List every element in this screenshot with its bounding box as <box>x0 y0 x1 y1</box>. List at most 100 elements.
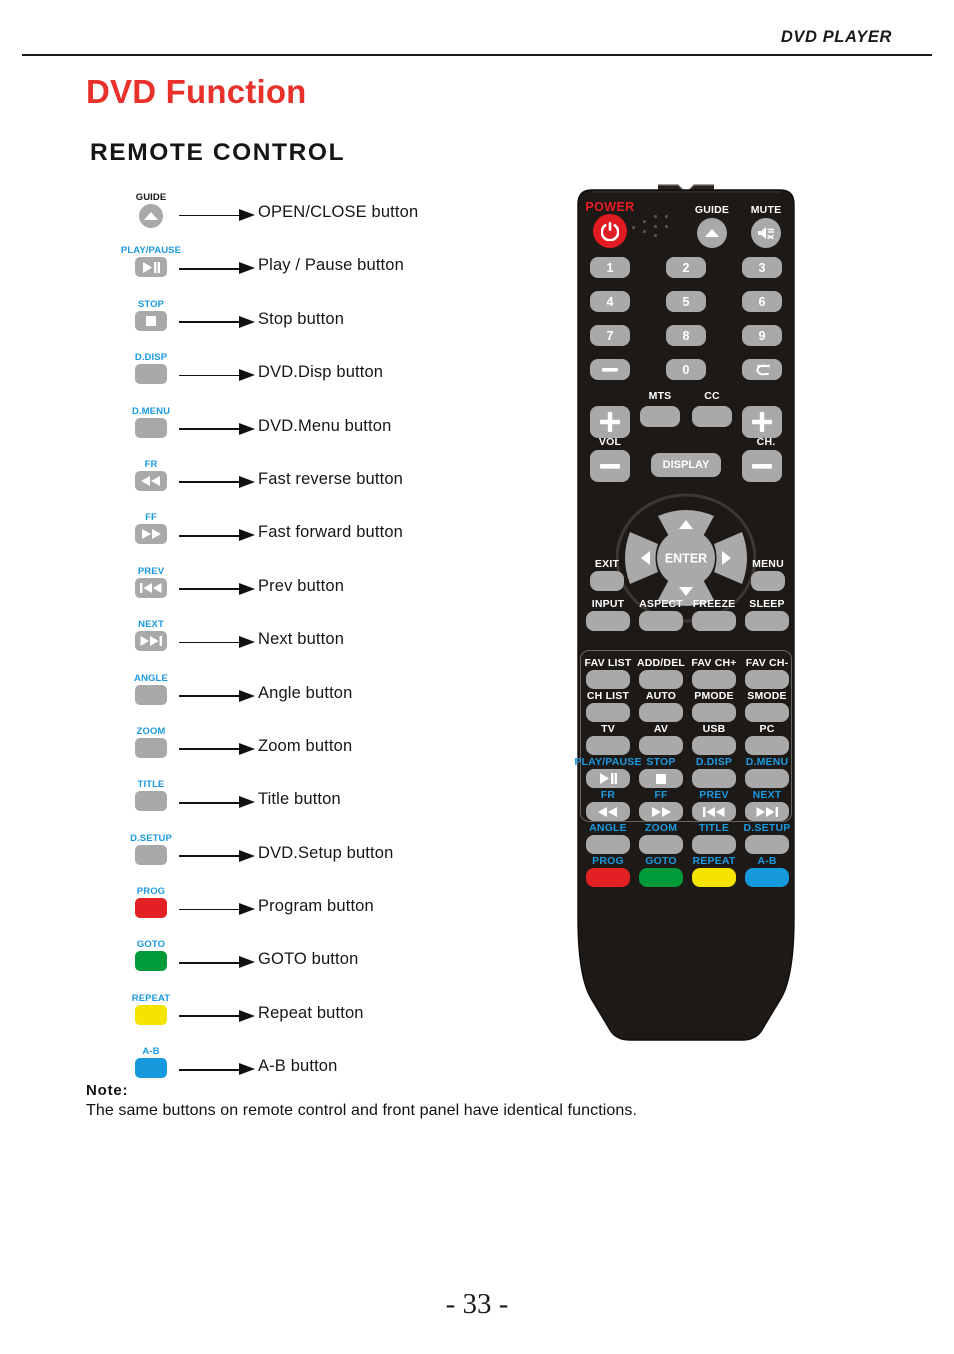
legend-row: STOP Stop button <box>86 299 526 352</box>
legend-row: REPEAT Repeat button <box>86 993 526 1046</box>
ff-button[interactable] <box>639 802 683 821</box>
zoom-button[interactable] <box>639 835 683 854</box>
prev-track-icon <box>140 582 162 593</box>
note-block: Note: The same buttons on remote control… <box>86 1082 637 1120</box>
digit-0[interactable]: 0 <box>666 359 706 380</box>
repeat-button[interactable] <box>692 868 736 887</box>
ab-button[interactable] <box>745 868 789 887</box>
legend-key-label: ANGLE <box>134 672 168 684</box>
usb-button[interactable] <box>692 736 736 755</box>
page-header: DVD PLAYER <box>0 28 954 62</box>
legend-key-label: STOP <box>137 298 165 310</box>
vol-down-button[interactable] <box>590 450 630 482</box>
legend-key-illustration: STOP <box>114 299 188 331</box>
legend-key-illustration: D.SETUP <box>114 833 188 865</box>
fast-forward-icon <box>651 806 671 817</box>
exit-button[interactable] <box>590 571 624 591</box>
remote-label: INPUT <box>591 598 625 610</box>
manual-page: DVD PLAYER DVD Function REMOTE CONTROL G… <box>0 0 954 1354</box>
legend-description: DVD.Setup button <box>258 843 394 862</box>
legend-key-illustration: GUIDE <box>114 192 188 228</box>
goto-button[interactable] <box>639 868 683 887</box>
legend-key-illustration: TITLE <box>114 779 188 812</box>
digit-4[interactable]: 4 <box>590 291 630 312</box>
digit-7[interactable]: 7 <box>590 325 630 346</box>
legend-key-label: D.SETUP <box>130 832 172 844</box>
legend-description: Fast reverse button <box>258 469 404 488</box>
legend-key-label: FR <box>144 458 158 470</box>
eject-icon <box>143 211 159 221</box>
digit-8[interactable]: 8 <box>666 325 706 346</box>
legend-key-blank-icon <box>135 1004 167 1025</box>
note-title: Note: <box>86 1082 129 1099</box>
digit-3[interactable]: 3 <box>742 257 782 278</box>
fav-ch-up-button[interactable] <box>692 670 736 689</box>
auto-button[interactable] <box>639 703 683 722</box>
power-button[interactable] <box>593 214 627 248</box>
remote-label: FREEZE <box>692 598 736 610</box>
power-icon <box>601 221 619 241</box>
input-button[interactable] <box>586 611 630 631</box>
legend-key-blank-icon <box>135 364 167 385</box>
menu-button[interactable] <box>751 571 785 591</box>
next-button[interactable] <box>745 802 789 821</box>
legend-key-illustration: FF <box>114 512 188 545</box>
dash-button[interactable] <box>590 359 630 380</box>
mts-button[interactable] <box>640 406 680 427</box>
add-del-button[interactable] <box>639 670 683 689</box>
remote-label: ZOOM <box>644 822 678 834</box>
legend-key-next-track-icon <box>135 631 167 652</box>
guide-button[interactable] <box>697 218 727 248</box>
d-disp-button[interactable] <box>692 769 736 788</box>
prev-button[interactable] <box>692 802 736 821</box>
fav-list-button[interactable] <box>586 670 630 689</box>
section-title: REMOTE CONTROL <box>90 139 346 166</box>
tv-button[interactable] <box>586 736 630 755</box>
fr-button[interactable] <box>586 802 630 821</box>
fav-ch-down-button[interactable] <box>745 670 789 689</box>
aspect-button[interactable] <box>639 611 683 631</box>
legend-key-label: NEXT <box>138 619 164 631</box>
d-menu-button[interactable] <box>745 769 789 788</box>
legend-row: FR Fast reverse button <box>86 459 526 512</box>
vol-up-button[interactable] <box>590 406 630 438</box>
digit-2[interactable]: 2 <box>666 257 706 278</box>
mute-button[interactable] <box>751 218 781 248</box>
remote-label: STOP <box>646 756 676 768</box>
display-button[interactable]: DISPLAY <box>651 453 721 477</box>
legend-description: Stop button <box>258 309 345 328</box>
page-number: - 33 - <box>445 1288 509 1320</box>
d-setup-button[interactable] <box>745 835 789 854</box>
digit-1[interactable]: 1 <box>590 257 630 278</box>
prev-track-icon <box>703 806 725 817</box>
smode-button[interactable] <box>745 703 789 722</box>
ch-down-button[interactable] <box>742 450 782 482</box>
legend-key-blank-icon <box>135 898 167 919</box>
pc-button[interactable] <box>745 736 789 755</box>
legend-key-illustration: ANGLE <box>114 673 188 705</box>
legend-description: DVD.Menu button <box>258 416 392 435</box>
digit-5[interactable]: 5 <box>666 291 706 312</box>
stop-button[interactable] <box>639 769 683 788</box>
ch-list-button[interactable] <box>586 703 630 722</box>
prog-button[interactable] <box>586 868 630 887</box>
recall-button[interactable] <box>742 359 782 380</box>
freeze-button[interactable] <box>692 611 736 631</box>
legend-key-label: PLAY/PAUSE <box>120 245 182 257</box>
digit-6[interactable]: 6 <box>742 291 782 312</box>
pmode-button[interactable] <box>692 703 736 722</box>
chapter-title: DVD Function <box>86 73 307 110</box>
play-pause-icon <box>599 773 617 784</box>
angle-button[interactable] <box>586 835 630 854</box>
play-pause-button[interactable] <box>586 769 630 788</box>
av-button[interactable] <box>639 736 683 755</box>
title-button[interactable] <box>692 835 736 854</box>
cc-button[interactable] <box>692 406 732 427</box>
ch-up-button[interactable] <box>742 406 782 438</box>
svg-text:ENTER: ENTER <box>665 552 707 566</box>
legend-description: Play / Pause button <box>258 256 404 275</box>
remote-label: MENU <box>752 558 784 570</box>
remote-label: ANGLE <box>589 822 627 834</box>
digit-9[interactable]: 9 <box>742 325 782 346</box>
sleep-button[interactable] <box>745 611 789 631</box>
